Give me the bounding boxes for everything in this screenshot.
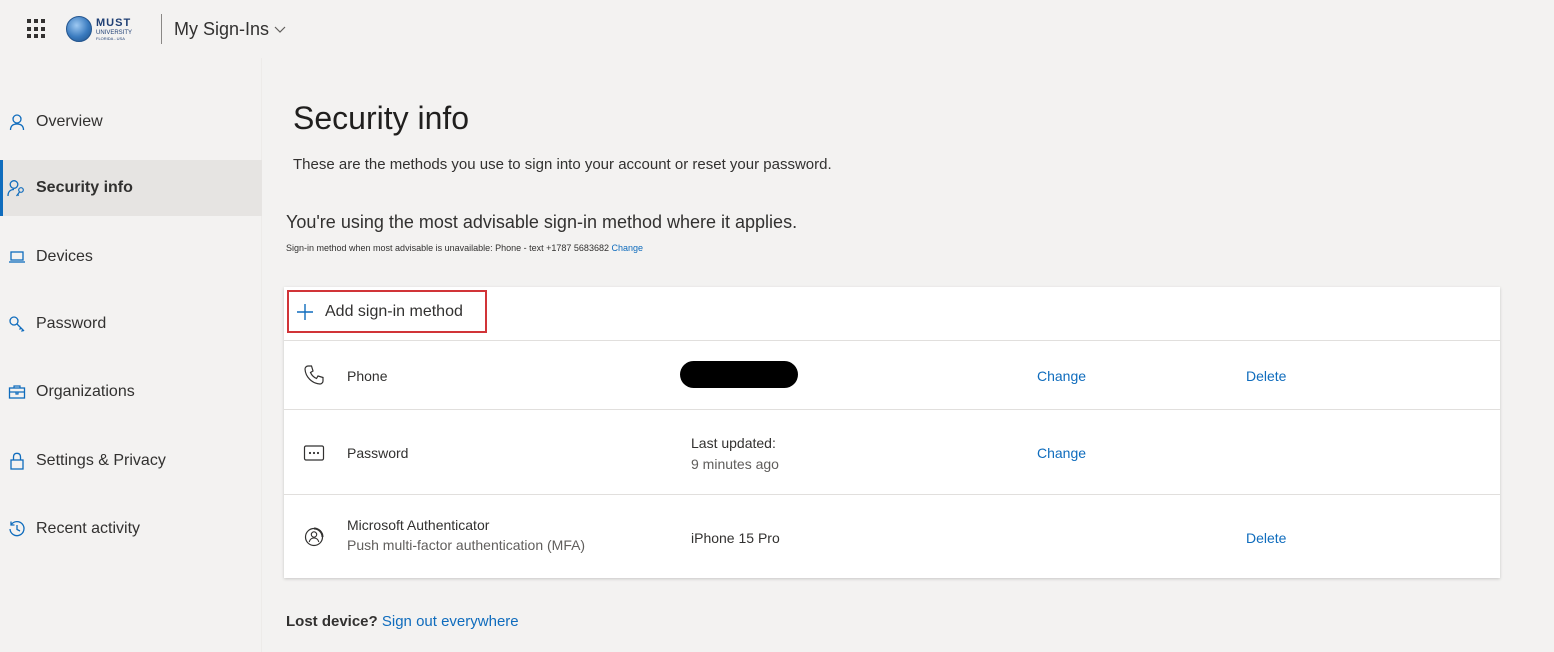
- sidebar-item-label: Overview: [36, 113, 103, 130]
- method-name: Password: [347, 445, 409, 461]
- briefcase-icon: [7, 382, 27, 402]
- fallback-method-label: Sign-in method when most advisable is un…: [286, 243, 609, 253]
- change-phone-link[interactable]: Change: [1037, 368, 1086, 384]
- sidebar-item-security-info[interactable]: Security info: [0, 160, 262, 216]
- header-divider: [161, 14, 162, 44]
- sidebar-item-label: Organizations: [36, 383, 135, 400]
- plus-icon: [295, 302, 315, 322]
- chevron-down-icon: [274, 26, 286, 33]
- globe-logo-icon: [66, 16, 92, 42]
- logo-line-3: FLORIDA - USA: [96, 35, 125, 41]
- methods-card: Add sign-in method Phone Change Delete P…: [284, 287, 1500, 578]
- last-updated-label: Last updated:: [691, 435, 776, 451]
- sidebar-item-label: Password: [36, 315, 107, 332]
- logo-line-2: UNIVERSITY: [96, 29, 133, 36]
- page-subtitle: These are the methods you use to sign in…: [293, 156, 832, 173]
- method-row-password: Password Last updated: 9 minutes ago Cha…: [284, 409, 1500, 494]
- main-content: Security info These are the methods you …: [263, 58, 1554, 652]
- person-icon: [7, 112, 27, 132]
- password-last-updated: Last updated: 9 minutes ago: [691, 435, 779, 472]
- sidebar: Overview Security info Devices Password …: [0, 58, 262, 652]
- method-name: Phone: [347, 368, 388, 384]
- key-icon: [7, 314, 27, 334]
- person-key-icon: [7, 178, 27, 198]
- lost-device-label: Lost device?: [286, 613, 378, 630]
- page-title: Security info: [293, 100, 470, 136]
- laptop-icon: [7, 247, 27, 267]
- sign-out-everywhere-link[interactable]: Sign out everywhere: [382, 613, 519, 630]
- logo-line-1: MUST: [96, 16, 132, 29]
- redacted-phone-number: [680, 361, 798, 388]
- add-sign-in-method-button[interactable]: Add sign-in method: [287, 290, 487, 333]
- sidebar-item-overview[interactable]: Overview: [0, 94, 262, 150]
- sidebar-item-settings-privacy[interactable]: Settings & Privacy: [0, 433, 262, 489]
- method-row-authenticator: Microsoft Authenticator Push multi-facto…: [284, 494, 1500, 578]
- app-title: My Sign-Ins: [174, 18, 270, 39]
- change-password-link[interactable]: Change: [1037, 445, 1086, 461]
- method-name: Microsoft Authenticator: [347, 517, 490, 533]
- method-description: Push multi-factor authentication (MFA): [347, 537, 586, 553]
- fallback-method-text: Sign-in method when most advisable is un…: [286, 243, 643, 253]
- sidebar-item-devices[interactable]: Devices: [0, 229, 262, 285]
- history-icon: [7, 519, 27, 539]
- last-updated-value: 9 minutes ago: [691, 456, 779, 472]
- authenticator-icon: [302, 525, 326, 549]
- sidebar-item-label: Devices: [36, 248, 93, 265]
- phone-icon: [302, 363, 326, 387]
- sidebar-item-password[interactable]: Password: [0, 296, 262, 352]
- sidebar-item-label: Recent activity: [36, 520, 141, 537]
- organization-logo[interactable]: MUST UNIVERSITY FLORIDA - USA: [66, 12, 146, 46]
- app-switcher[interactable]: My Sign-Ins: [174, 19, 287, 40]
- sidebar-item-organizations[interactable]: Organizations: [0, 364, 262, 420]
- authenticator-device: iPhone 15 Pro: [691, 530, 780, 546]
- delete-phone-link[interactable]: Delete: [1246, 368, 1286, 384]
- add-sign-in-method-label: Add sign-in method: [325, 302, 463, 320]
- sidebar-item-label: Settings & Privacy: [36, 452, 166, 469]
- lost-device-section: Lost device? Sign out everywhere: [286, 613, 519, 630]
- sidebar-item-label: Security info: [36, 179, 133, 196]
- advisable-message: You're using the most advisable sign-in …: [286, 212, 798, 232]
- authenticator-name-block: Microsoft Authenticator Push multi-facto…: [347, 517, 585, 553]
- password-dots-icon: [302, 441, 326, 465]
- sidebar-item-recent-activity[interactable]: Recent activity: [0, 501, 262, 557]
- delete-authenticator-link[interactable]: Delete: [1246, 530, 1286, 546]
- lock-icon: [7, 451, 27, 471]
- app-launcher-icon[interactable]: [27, 19, 47, 39]
- method-row-phone: Phone Change Delete: [284, 340, 1500, 409]
- top-bar: MUST UNIVERSITY FLORIDA - USA My Sign-In…: [0, 0, 1554, 58]
- change-default-method-link[interactable]: Change: [611, 243, 643, 253]
